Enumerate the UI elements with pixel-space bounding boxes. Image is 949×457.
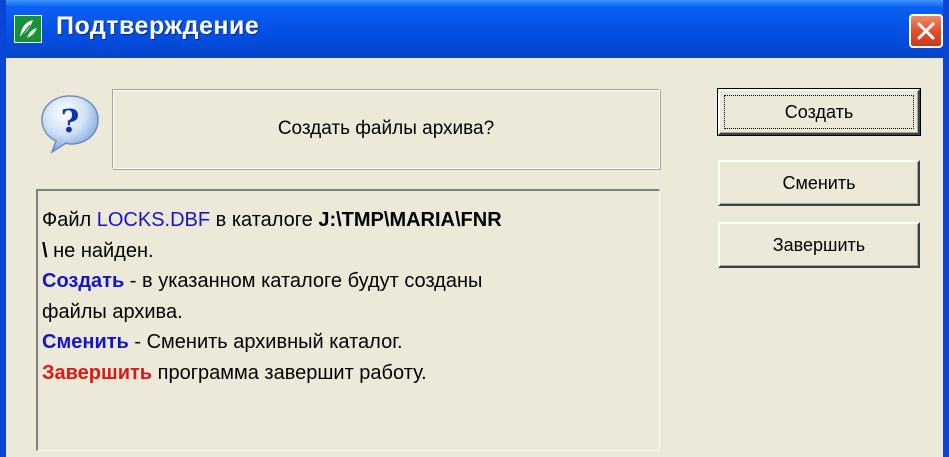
info-exit-keyword: Завершить — [42, 361, 153, 384]
info-file-name: LOCKS.DBF — [96, 209, 211, 231]
exit-button[interactable]: Завершить — [718, 222, 920, 268]
info-dir-label: в каталоге — [210, 209, 319, 231]
info-line-create-cont: файлы архива. — [42, 297, 655, 328]
message-text: Создать файлы архива? — [277, 118, 495, 139]
info-file-prefix: Файл — [42, 209, 97, 231]
app-leaf-icon — [14, 15, 42, 43]
create-button[interactable]: Создать — [717, 88, 921, 136]
info-panel: Файл LOCKS.DBF в каталоге J:\TMP\MARIA\F… — [36, 189, 660, 451]
create-button-label: Создать — [784, 101, 854, 122]
message-box: Создать файлы архива? — [112, 89, 660, 169]
info-line-exit: Завершить программа завершит работу. — [42, 358, 655, 389]
info-exit-desc: программа завершит работу. — [152, 361, 427, 384]
svg-text:?: ? — [61, 102, 80, 140]
window-title: Подтверждение — [56, 12, 260, 40]
question-icon: ? — [36, 92, 104, 156]
exit-button-label: Завершить — [772, 234, 866, 255]
info-path-part1: J:\TMP\MARIA\FNR — [318, 209, 502, 231]
close-button[interactable] — [909, 14, 943, 48]
info-line-file: Файл LOCKS.DBF в каталоге J:\TMP\MARIA\F… — [42, 205, 655, 236]
close-icon — [917, 22, 935, 40]
info-line-create: Создать - в указанном каталоге будут соз… — [42, 266, 655, 297]
info-notfound-text: не найден. — [47, 239, 154, 262]
info-change-keyword: Сменить — [42, 331, 129, 353]
change-button-label: Сменить — [782, 172, 856, 193]
info-line-change: Сменить - Сменить архивный каталог. — [42, 327, 655, 358]
info-line-notfound: \ не найден. — [42, 236, 655, 267]
confirmation-dialog: Подтверждение ? Создать файлы архива? Фа… — [0, 0, 949, 457]
info-change-desc: - Сменить архивный каталог. — [128, 331, 403, 353]
title-bar[interactable]: Подтверждение — [6, 0, 943, 58]
info-create-keyword: Создать — [42, 270, 125, 292]
info-create-desc: - в указанном каталоге будут созданы — [124, 270, 483, 292]
info-create-desc-cont: файлы архива. — [42, 300, 183, 323]
change-button[interactable]: Сменить — [718, 160, 920, 206]
